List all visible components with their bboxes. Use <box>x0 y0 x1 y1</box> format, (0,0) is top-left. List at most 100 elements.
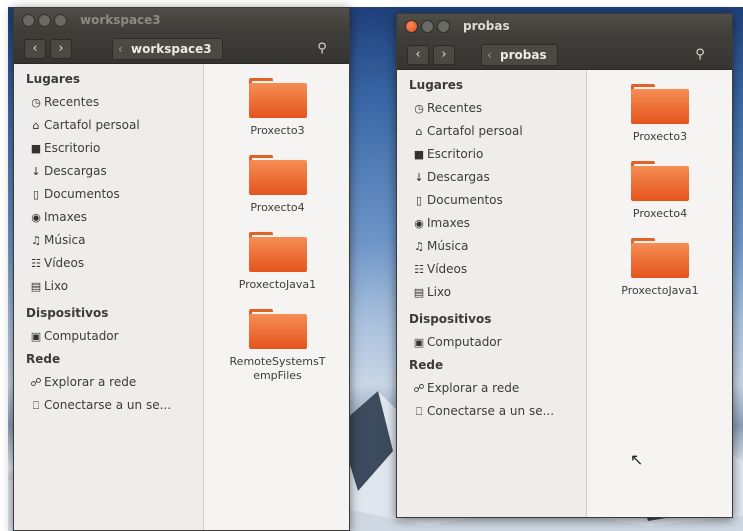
sidebar-item-m-sica[interactable]: ♫ Música <box>14 229 203 252</box>
sidebar-section-header: Rede <box>409 358 444 372</box>
title-bar[interactable]: probas <box>397 14 732 40</box>
sidebar-item-label: Cartafol persoal <box>427 124 523 138</box>
folder-icon <box>248 232 307 272</box>
sidebar-item-label: Lixo <box>427 285 452 299</box>
sidebar-item-label: Lixo <box>44 279 69 293</box>
toolbar: ‹ › ‹ probas ⚲ <box>397 40 732 70</box>
path-arrow-icon: ‹ <box>118 42 123 56</box>
window-title: probas <box>463 19 510 33</box>
back-button[interactable]: ‹ <box>407 45 429 65</box>
sidebar-item-escritorio[interactable]: ■ Escritorio <box>14 137 203 160</box>
document-icon: ▯ <box>32 188 40 201</box>
back-button[interactable]: ‹ <box>24 39 46 59</box>
sidebar-item-lixo[interactable]: ▤ Lixo <box>14 275 203 298</box>
sidebar-item-label: Cartafol persoal <box>44 118 140 132</box>
video-icon: ☷ <box>31 257 41 270</box>
sidebar-item-descargas[interactable]: ↓ Descargas <box>397 166 586 189</box>
file-view[interactable]: Proxecto3 Proxecto4 ProxectoJava1 <box>587 70 732 517</box>
sidebar-section-header: Dispositivos <box>26 306 109 320</box>
sidebar-section-header: Lugares <box>26 72 81 86</box>
folder-icon <box>631 161 689 201</box>
sidebar-item-label: Documentos <box>427 193 503 207</box>
recent-icon: ◷ <box>31 96 41 109</box>
file-manager-window-probas[interactable]: probas ‹ › ‹ probas ⚲ Lugares ◷ Recentes ⌂ Ca… <box>396 13 733 518</box>
sidebar-item-lixo[interactable]: ▤ Lixo <box>397 281 586 304</box>
folder-item[interactable]: ProxectoJava1 <box>204 232 349 292</box>
sidebar-item-conectarse-a-un-se[interactable]: ⎕ Conectarse a un se... <box>14 394 203 417</box>
folder-icon <box>631 84 689 124</box>
sidebar-item-label: Conectarse a un se... <box>427 404 555 418</box>
trash-icon: ▤ <box>413 286 425 299</box>
music-icon: ♫ <box>414 240 424 253</box>
close-window-button[interactable] <box>405 20 418 33</box>
forward-button[interactable]: › <box>50 39 72 59</box>
sidebar-item-computador[interactable]: ▣ Computador <box>397 331 586 354</box>
sidebar-item-descargas[interactable]: ↓ Descargas <box>14 160 203 183</box>
folder-name: Proxecto3 <box>632 130 688 143</box>
sidebar-item-label: Documentos <box>44 187 120 201</box>
sidebar-item-escritorio[interactable]: ■ Escritorio <box>397 143 586 166</box>
sidebar-item-recentes[interactable]: ◷ Recentes <box>397 97 586 120</box>
folder-item[interactable]: RemoteSystemsTempFiles <box>204 309 349 383</box>
sidebar-item-documentos[interactable]: ▯ Documentos <box>14 183 203 206</box>
path-arrow-icon: ‹ <box>487 48 492 62</box>
folder-icon <box>248 155 307 195</box>
sidebar-item-label: Música <box>44 233 86 247</box>
sidebar-item-explorar-a-rede[interactable]: ☍ Explorar a rede <box>14 371 203 394</box>
trash-icon: ▤ <box>30 280 42 293</box>
search-button[interactable]: ⚲ <box>309 38 335 60</box>
sidebar: Lugares ◷ Recentes ⌂ Cartafol persoal ■ Escrit… <box>14 64 204 530</box>
sidebar-item-explorar-a-rede[interactable]: ☍ Explorar a rede <box>397 377 586 400</box>
sidebar-item-conectarse-a-un-se[interactable]: ⎕ Conectarse a un se... <box>397 400 586 423</box>
maximize-window-button[interactable] <box>437 20 450 33</box>
folder-item[interactable]: ProxectoJava1 <box>587 238 732 298</box>
folder-item[interactable]: Proxecto3 <box>204 78 349 138</box>
video-icon: ☷ <box>414 263 424 276</box>
sidebar-item-cartafol-persoal[interactable]: ⌂ Cartafol persoal <box>397 120 586 143</box>
server-icon: ⎕ <box>32 399 40 412</box>
chevron-right-icon: › <box>58 41 64 56</box>
close-window-button[interactable] <box>22 14 35 27</box>
sidebar-item-label: Imaxes <box>427 216 470 230</box>
folder-item[interactable]: Proxecto3 <box>587 84 732 144</box>
title-bar[interactable]: workspace3 <box>14 8 349 34</box>
sidebar-item-v-deos[interactable]: ☷ Vídeos <box>14 252 203 275</box>
download-icon: ↓ <box>414 171 424 184</box>
minimize-window-button[interactable] <box>38 14 51 27</box>
file-manager-window-workspace3[interactable]: workspace3 ‹ › ‹ workspace3 ⚲ Lugares ◷ Rec… <box>13 7 350 531</box>
chevron-right-icon: › <box>441 47 447 62</box>
sidebar-item-imaxes[interactable]: ◉ Imaxes <box>14 206 203 229</box>
sidebar-item-label: Descargas <box>427 170 490 184</box>
search-icon: ⚲ <box>317 41 327 56</box>
sidebar-item-v-deos[interactable]: ☷ Vídeos <box>397 258 586 281</box>
sidebar-item-cartafol-persoal[interactable]: ⌂ Cartafol persoal <box>14 114 203 137</box>
minimize-window-button[interactable] <box>421 20 434 33</box>
sidebar-item-label: Imaxes <box>44 210 87 224</box>
network-icon: ☍ <box>413 382 425 395</box>
folder-icon <box>248 309 307 349</box>
sidebar-item-label: Música <box>427 239 469 253</box>
folder-item[interactable]: Proxecto4 <box>587 161 732 221</box>
sidebar-item-recentes[interactable]: ◷ Recentes <box>14 91 203 114</box>
server-icon: ⎕ <box>415 405 423 418</box>
sidebar-item-documentos[interactable]: ▯ Documentos <box>397 189 586 212</box>
search-button[interactable]: ⚲ <box>687 44 713 66</box>
folder-name: ProxectoJava1 <box>238 278 317 291</box>
path-bar-button[interactable]: ‹ workspace3 <box>112 38 223 60</box>
folder-item[interactable]: Proxecto4 <box>204 155 349 215</box>
folder-name: ProxectoJava1 <box>621 284 699 297</box>
document-icon: ▯ <box>415 194 423 207</box>
sidebar-item-computador[interactable]: ▣ Computador <box>14 325 203 348</box>
sidebar-item-label: Vídeos <box>427 262 468 276</box>
sidebar-section-header: Dispositivos <box>409 312 492 326</box>
folder-icon <box>248 78 307 118</box>
folder-name: Proxecto4 <box>632 207 688 220</box>
file-view[interactable]: Proxecto3 Proxecto4 ProxectoJava1 RemoteSys… <box>204 64 349 530</box>
home-icon: ⌂ <box>32 119 40 132</box>
sidebar-item-imaxes[interactable]: ◉ Imaxes <box>397 212 586 235</box>
path-bar-button[interactable]: ‹ probas <box>481 44 558 66</box>
sidebar-item-m-sica[interactable]: ♫ Música <box>397 235 586 258</box>
maximize-window-button[interactable] <box>54 14 67 27</box>
forward-button[interactable]: › <box>433 45 455 65</box>
computer-icon: ▣ <box>30 330 42 343</box>
